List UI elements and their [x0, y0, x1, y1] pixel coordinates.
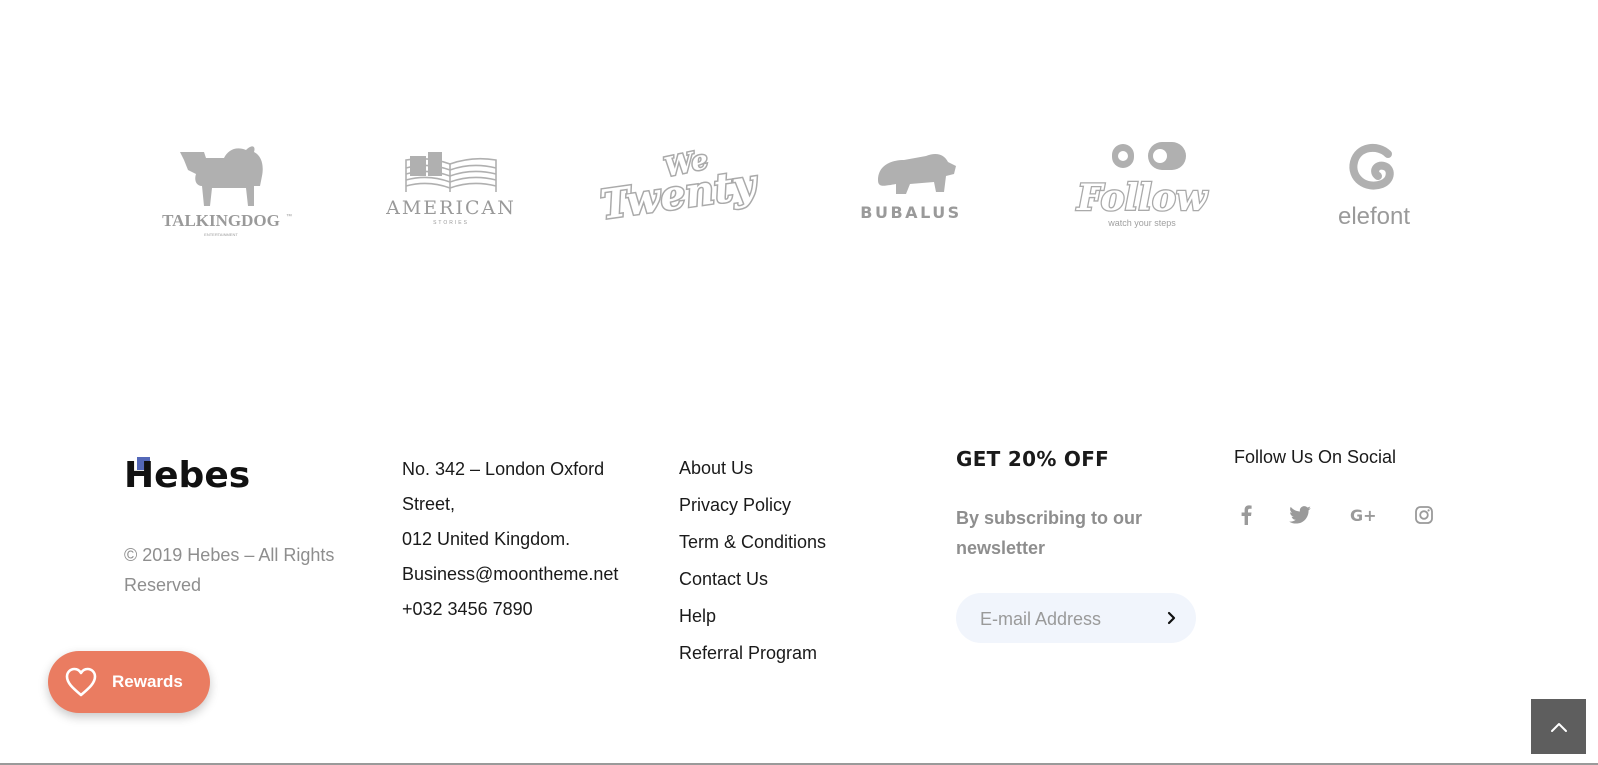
address-line-2: Street, [402, 494, 456, 514]
svg-text:Twenty: Twenty [598, 160, 762, 229]
talkingdog-logo: TALKINGDOG ™ ENTERTAINMENT [136, 130, 306, 240]
chevron-right-icon [1167, 611, 1176, 625]
footer-logo[interactable]: Hebes [124, 455, 264, 500]
newsletter-email-input[interactable] [978, 593, 1152, 645]
svg-text:BUBALUS: BUBALUS [860, 203, 961, 222]
svg-text:Hebes: Hebes [124, 455, 250, 495]
twitter-icon[interactable] [1288, 503, 1312, 527]
follow-logo: Follow watch your steps [1056, 130, 1226, 240]
svg-text:watch your steps: watch your steps [1107, 218, 1176, 228]
rewards-button[interactable]: Rewards [48, 651, 210, 713]
bubalus-logo: BUBALUS [826, 130, 996, 240]
svg-text:Follow: Follow [1076, 177, 1209, 219]
contact-address: No. 342 – London Oxford Street, 012 Unit… [402, 452, 662, 627]
newsletter-subtitle: By subscribing to our newsletter [956, 508, 1143, 558]
address-line-1: No. 342 – London Oxford [402, 459, 605, 479]
svg-text:TALKINGDOG: TALKINGDOG [162, 211, 280, 230]
american-stories-logo: AMERICAN STORIES [366, 130, 536, 240]
link-referral-program[interactable]: Referral Program [679, 635, 826, 672]
newsletter-title: GET 20% OFF [956, 447, 1110, 471]
rewards-label: Rewards [112, 672, 183, 691]
address-line-3: 012 United Kingdom. [402, 529, 571, 549]
svg-text:STORIES: STORIES [433, 220, 469, 226]
elefont-logo: elefont [1290, 130, 1460, 240]
link-about-us[interactable]: About Us [679, 450, 826, 487]
link-terms-conditions[interactable]: Term & Conditions [679, 524, 826, 561]
facebook-icon[interactable] [1234, 503, 1258, 527]
newsletter-form [956, 593, 1196, 645]
chevron-up-icon [1550, 722, 1567, 732]
scroll-to-top-button[interactable] [1531, 699, 1586, 754]
contact-email[interactable]: Business@moontheme.net [402, 557, 662, 592]
instagram-icon[interactable] [1412, 503, 1436, 527]
svg-text:™: ™ [286, 213, 292, 220]
link-privacy-policy[interactable]: Privacy Policy [679, 487, 826, 524]
link-help[interactable]: Help [679, 598, 826, 635]
newsletter-submit-button[interactable] [1160, 606, 1184, 630]
heart-icon [64, 665, 98, 699]
client-logos: TALKINGDOG ™ ENTERTAINMENT AMERICAN STOR… [0, 130, 1598, 240]
google-plus-icon[interactable]: G+ [1348, 503, 1382, 527]
contact-phone[interactable]: +032 3456 7890 [402, 592, 662, 627]
link-contact-us[interactable]: Contact Us [679, 561, 826, 598]
we-twenty-logo: We Twenty [596, 130, 766, 240]
copyright-text: © 2019 Hebes – All Rights Reserved [124, 545, 335, 595]
social-title: Follow Us On Social [1234, 447, 1397, 467]
footer-links: About Us Privacy Policy Term & Condition… [679, 450, 826, 672]
svg-text:G+: G+ [1350, 506, 1377, 524]
svg-text:elefont: elefont [1338, 203, 1410, 230]
svg-text:ENTERTAINMENT: ENTERTAINMENT [204, 232, 238, 237]
svg-text:AMERICAN: AMERICAN [385, 197, 516, 219]
